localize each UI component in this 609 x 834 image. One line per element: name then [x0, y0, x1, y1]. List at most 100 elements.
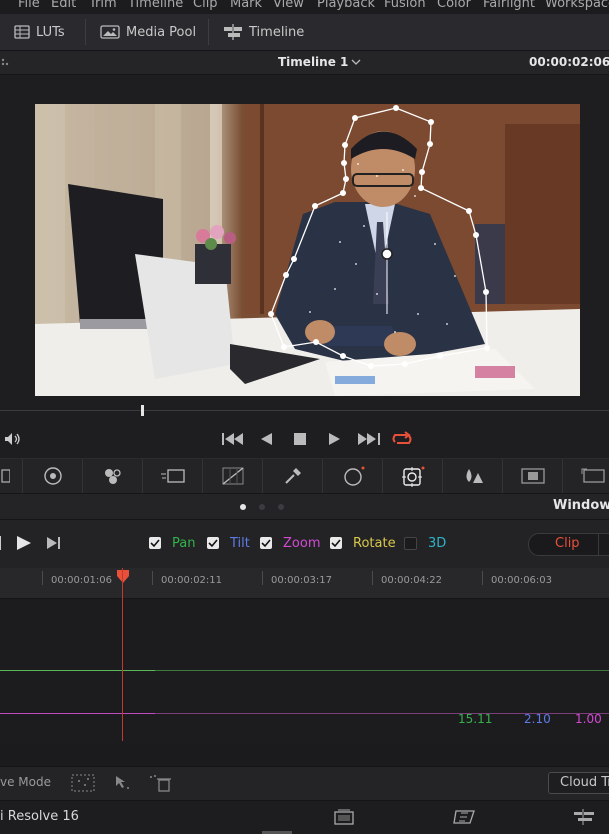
delete-points-icon[interactable] [148, 774, 172, 792]
ruler-time: 00:00:06:03 [491, 575, 553, 586]
pan-curve-tracked [0, 670, 155, 671]
tracker-graph[interactable]: 15.11 2.10 1.00 [0, 568, 609, 745]
edit-page-icon[interactable] [572, 809, 596, 825]
menu-playback[interactable]: Playback [317, 0, 375, 11]
viewer-scrubber[interactable] [0, 400, 609, 422]
window-center-handle[interactable] [381, 248, 393, 260]
menu-fairlight[interactable]: Fairlight [483, 0, 535, 11]
tool-icon [1, 469, 10, 483]
media-pool-button[interactable]: Media Pool [100, 14, 196, 50]
play-icon[interactable] [329, 433, 340, 445]
viewer-options-icon[interactable] [0, 57, 10, 67]
skip-to-end-icon[interactable] [358, 433, 380, 445]
ruler-time: 00:00:01:06 [51, 575, 113, 586]
track-next-frame-icon[interactable] [46, 536, 61, 550]
power-window-mask[interactable] [35, 104, 580, 396]
transport-controls [0, 422, 609, 459]
ruler-tick [482, 571, 483, 585]
tool-blur[interactable] [442, 459, 503, 493]
scrub-playhead[interactable] [141, 405, 144, 416]
play-reverse-icon[interactable] [261, 433, 272, 445]
menu-color[interactable]: Color [437, 0, 471, 11]
zoom-checkbox[interactable] [260, 537, 272, 549]
viewer-header: Timeline 1 00:00:02:06 [0, 51, 609, 75]
menu-edit[interactable]: Edit [51, 0, 76, 11]
stop-icon[interactable] [294, 433, 306, 445]
palette-toolbar [0, 459, 609, 494]
chevron-down-icon[interactable] [351, 59, 361, 66]
luts-icon [14, 25, 30, 39]
skip-to-start-icon[interactable] [222, 433, 244, 445]
clip-mode-label[interactable]: Clip [555, 536, 580, 551]
tool-window[interactable] [322, 459, 383, 493]
pan-label: Pan [172, 536, 196, 551]
insert-feature-points-icon[interactable] [71, 774, 95, 792]
film-motion-icon [161, 469, 185, 483]
tracker-mode-toggle[interactable]: Clip [528, 533, 609, 556]
luts-button[interactable]: LUTs [14, 14, 65, 50]
scrub-track [0, 410, 609, 411]
tool-qualifier[interactable] [22, 459, 83, 493]
track-backward-icon[interactable] [0, 536, 4, 550]
tool-tracker[interactable] [382, 459, 443, 493]
tool-motion[interactable] [142, 459, 203, 493]
menu-fusion[interactable]: Fusion [384, 0, 426, 11]
tilt-value: 2.10 [524, 712, 551, 726]
media-pool-icon [100, 25, 120, 39]
page-dot[interactable] [259, 504, 265, 510]
tool-qualifier-picker[interactable] [262, 459, 323, 493]
pan-value: 15.11 [458, 712, 493, 726]
window-circle-icon [344, 466, 365, 486]
tool-sizing[interactable] [562, 459, 609, 493]
timeline-label: Timeline [249, 24, 305, 40]
ruler-tick [42, 571, 43, 585]
toggle-divider [598, 534, 599, 555]
page-dot-active[interactable] [240, 504, 246, 510]
playhead-marker-icon[interactable] [115, 570, 131, 584]
3d-checkbox[interactable] [404, 537, 417, 550]
tool-curves[interactable] [202, 459, 263, 493]
menu-timeline[interactable]: Timeline [128, 0, 183, 11]
luts-label: LUTs [36, 24, 65, 40]
rotate-checkbox[interactable] [330, 537, 342, 549]
3d-label: 3D [428, 536, 447, 551]
ruler-tick [262, 571, 263, 585]
tool-key[interactable] [502, 459, 563, 493]
cloud-tracker-button[interactable]: Cloud Tr [548, 772, 609, 794]
rotate-label: Rotate [353, 536, 396, 551]
menu-bar: File Edit Trim Timeline Clip Mark View P… [0, 0, 609, 14]
menu-view[interactable]: View [273, 0, 304, 11]
menu-trim[interactable]: Trim [89, 0, 117, 11]
pan-checkbox[interactable] [149, 537, 161, 549]
timeline-name[interactable]: Timeline 1 [278, 55, 348, 69]
tilt-label: Tilt [230, 536, 250, 551]
loop-icon[interactable] [391, 431, 413, 447]
viewer-image[interactable] [35, 104, 580, 396]
page-dot[interactable] [278, 504, 284, 510]
tracker-bottom-bar: ve Mode Cloud Tr [0, 766, 609, 800]
viewer-timecode: 00:00:02:06 [529, 55, 609, 69]
timeline-icon [224, 24, 242, 40]
top-toolbar: LUTs Media Pool Timeline [0, 14, 609, 51]
cloud-tracker-label: Cloud Tr [560, 775, 609, 790]
tracker-ruler[interactable]: 00:00:01:06 00:00:02:11 00:00:03:17 00:0… [0, 568, 609, 599]
fusion-page-icon[interactable] [452, 809, 476, 825]
toolbar-divider [85, 19, 86, 45]
tracker-controls: Pan Tilt Zoom Rotate 3D Clip [0, 520, 609, 569]
set-points-icon[interactable] [115, 775, 131, 791]
track-forward-icon[interactable] [16, 535, 32, 551]
tilt-checkbox[interactable] [207, 537, 219, 549]
menu-mark[interactable]: Mark [230, 0, 262, 11]
media-pool-label: Media Pool [126, 24, 197, 40]
tool-color-warper[interactable] [82, 459, 143, 493]
tracker-crosshair-icon [402, 466, 425, 487]
timeline-button[interactable]: Timeline [223, 14, 304, 50]
interactive-mode-label[interactable]: ve Mode [0, 775, 51, 789]
ruler-time: 00:00:04:22 [381, 575, 443, 586]
media-page-icon[interactable] [334, 809, 354, 825]
speaker-icon[interactable] [4, 432, 22, 446]
menu-clip[interactable]: Clip [193, 0, 218, 11]
menu-file[interactable]: File [18, 0, 40, 11]
menu-workspace[interactable]: Workspace [545, 0, 609, 11]
sizing-icon [581, 468, 605, 483]
